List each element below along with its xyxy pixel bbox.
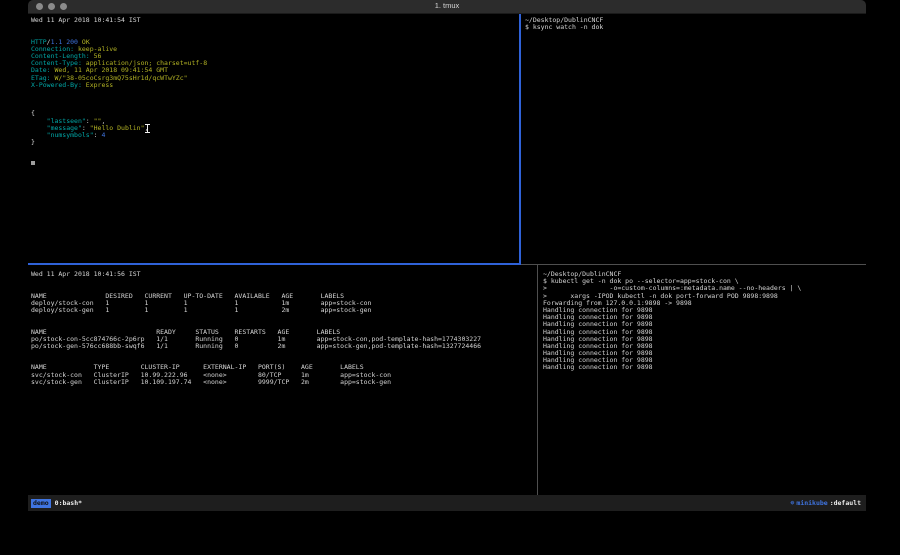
terminal-cursor [31,161,35,165]
pane-http-response[interactable]: Wed 11 Apr 2018 10:41:54 IST HTTP/1.1 20… [28,14,522,266]
terminal-window: 1. tmux Wed 11 Apr 2018 10:41:54 IST HTT… [28,0,866,511]
kubernetes-icon: ☸ [790,499,794,507]
title-bar[interactable]: 1. tmux [28,0,866,14]
desktop-background: 1. tmux Wed 11 Apr 2018 10:41:54 IST HTT… [0,0,900,555]
tmux-session: Wed 11 Apr 2018 10:41:54 IST HTTP/1.1 20… [28,14,866,495]
mouse-cursor-ibeam [145,124,150,133]
pane-divider-horizontal-right[interactable] [521,264,866,265]
tmux-status-bar: demo 0:bash* ☸ minikube :default [28,495,866,511]
pane-divider-horizontal-left[interactable] [28,263,521,265]
pane-ksync-watch[interactable]: ~/Desktop/DublinCNCF$ ksync watch -n dok [521,14,866,266]
window-tab-bash[interactable]: 0:bash* [55,499,82,507]
pane-kubectl-get[interactable]: Wed 11 Apr 2018 10:41:56 IST NAME DESIRE… [28,265,540,495]
window-title: 1. tmux [28,1,866,10]
kube-context: minikube [796,499,827,507]
session-name-badge: demo [31,499,51,508]
pane-divider-vertical-top[interactable] [519,14,521,265]
pane-divider-vertical-bottom[interactable] [537,265,538,495]
kube-namespace: :default [830,499,861,507]
pane-port-forward[interactable]: ~/Desktop/DublinCNCF$ kubectl get -n dok… [539,265,866,495]
